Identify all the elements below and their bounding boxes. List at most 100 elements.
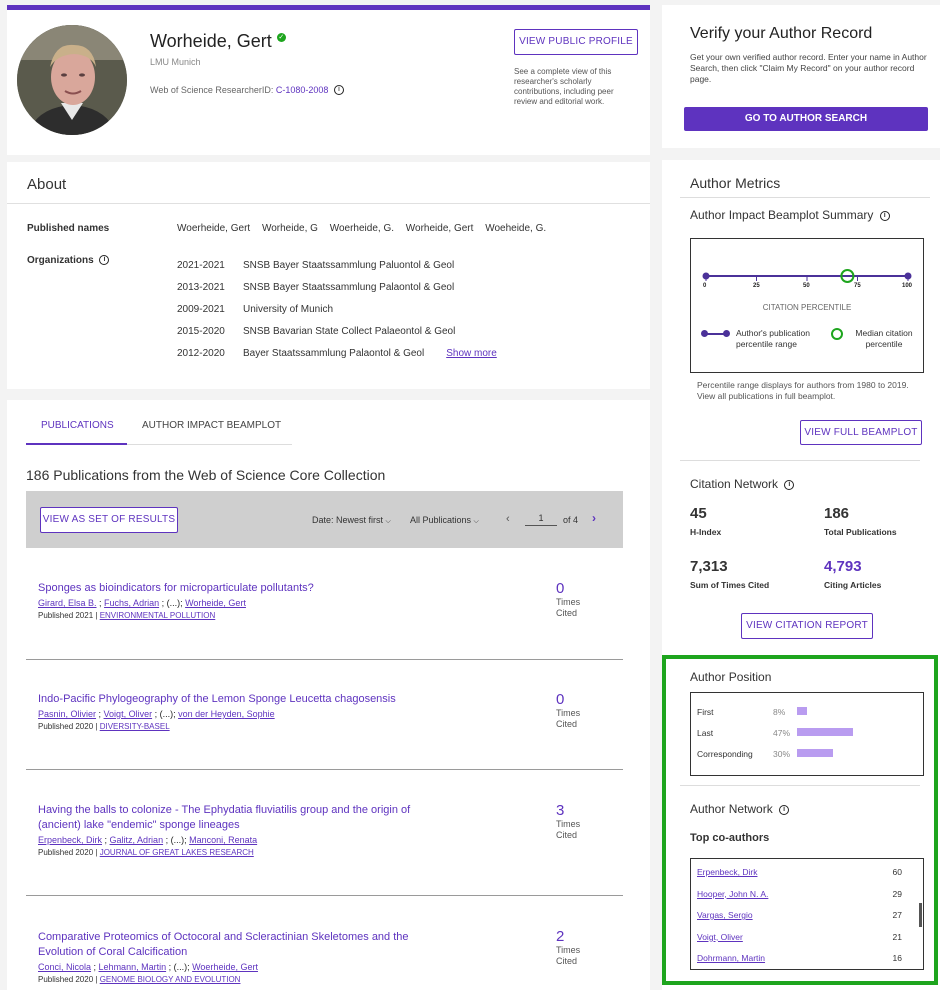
prev-page-icon[interactable]: ‹ bbox=[506, 513, 510, 525]
published-name: Worheide, Gert bbox=[405, 223, 474, 234]
journal-link[interactable]: GENOME BIOLOGY AND EVOLUTION bbox=[100, 975, 241, 984]
position-row: First 8% bbox=[697, 705, 917, 719]
view-public-profile-button[interactable]: VIEW PUBLIC PROFILE bbox=[514, 29, 638, 55]
published-year: Published 2021 bbox=[38, 611, 94, 620]
org-years: 2015-2020 bbox=[177, 326, 225, 337]
organization-row: 2013-2021 SNSB Bayer Staatssammlung Palao… bbox=[177, 277, 497, 299]
beamplot-note: Percentile range displays for authors fr… bbox=[697, 380, 909, 401]
page-input[interactable]: 1 bbox=[525, 513, 557, 526]
published-name: Worheide, G bbox=[261, 223, 318, 234]
filter-dropdown[interactable]: All Publications ⌵ bbox=[410, 515, 479, 526]
tick-label: 0 bbox=[703, 283, 707, 289]
tick-label: 25 bbox=[753, 283, 760, 289]
view-full-beamplot-button[interactable]: VIEW FULL BEAMPLOT bbox=[800, 420, 922, 445]
citation-network-title: Citation Network bbox=[690, 477, 779, 491]
author-link[interactable]: Manconi, Renata bbox=[189, 835, 257, 845]
author-link[interactable]: Conci, Nicola bbox=[38, 962, 91, 972]
times-cited: 3 Times Cited bbox=[556, 802, 596, 841]
times-cited-count[interactable]: 0 bbox=[556, 691, 596, 708]
citation-network-title-row: Citation Network i bbox=[690, 477, 795, 491]
times-cited-count[interactable]: 2 bbox=[556, 928, 596, 945]
legend-median-label: Median citation percentile bbox=[855, 328, 913, 349]
publication-item: Having the balls to colonize - The Ephyd… bbox=[38, 803, 438, 857]
tab-beamplot[interactable]: AUTHOR IMPACT BEAMPLOT bbox=[127, 413, 292, 445]
sort-dropdown[interactable]: Date: Newest first ⌵ bbox=[312, 515, 391, 526]
tab-publications-label: PUBLICATIONS bbox=[41, 420, 114, 431]
publication-title[interactable]: Indo-Pacific Phylogeography of the Lemon… bbox=[38, 692, 538, 707]
info-icon[interactable]: i bbox=[879, 211, 890, 221]
times-label: Times bbox=[556, 819, 581, 829]
coauthor-row: Voigt, Oliver 21 bbox=[697, 932, 902, 946]
org-years: 2012-2020 bbox=[177, 348, 225, 359]
view-as-set-button[interactable]: VIEW AS SET OF RESULTS bbox=[40, 507, 178, 533]
coauthor-link[interactable]: Voigt, Oliver bbox=[697, 932, 743, 942]
author-link[interactable]: Galitz, Adrian bbox=[110, 835, 164, 845]
info-icon[interactable]: i bbox=[333, 85, 344, 95]
scrollbar[interactable] bbox=[919, 903, 922, 927]
page-of: of 4 bbox=[563, 515, 579, 525]
author-link[interactable]: Girard, Elsa B. bbox=[38, 598, 97, 608]
published-name: Woeheide, G. bbox=[485, 223, 547, 234]
info-icon[interactable]: i bbox=[784, 480, 795, 490]
publication-title[interactable]: Sponges as bioindicators for micropartic… bbox=[38, 581, 538, 596]
organization-row: 2021-2021 SNSB Bayer Staatssammlung Paluo… bbox=[177, 255, 497, 277]
author-link[interactable]: von der Heyden, Sophie bbox=[178, 709, 275, 719]
coauthor-count: 29 bbox=[892, 888, 902, 899]
published-year: Published 2020 bbox=[38, 975, 94, 984]
publication-title[interactable]: Having the balls to colonize - The Ephyd… bbox=[38, 803, 438, 833]
about-card: About Published names Woerheide, Gert Wo… bbox=[7, 162, 650, 389]
profile-description: See a complete view of this researcher's… bbox=[514, 67, 614, 106]
organization-row: 2012-2020 Bayer Staatssammlung Palaontol … bbox=[177, 343, 497, 365]
journal-link[interactable]: ENVIRONMENTAL POLLUTION bbox=[100, 611, 216, 620]
citing-articles-value[interactable]: 4,793 bbox=[824, 558, 862, 575]
times-cited-count[interactable]: 3 bbox=[556, 802, 596, 819]
show-more-link[interactable]: Show more bbox=[446, 348, 497, 359]
divider bbox=[680, 785, 920, 786]
cited-label: Cited bbox=[556, 830, 578, 840]
view-citation-report-button[interactable]: VIEW CITATION REPORT bbox=[741, 613, 873, 639]
info-icon[interactable]: i bbox=[99, 255, 110, 265]
author-link[interactable]: Lehmann, Martin bbox=[99, 962, 167, 972]
org-years: 2009-2021 bbox=[177, 304, 225, 315]
info-icon[interactable]: i bbox=[779, 805, 790, 815]
go-to-author-search-button[interactable]: GO TO AUTHOR SEARCH bbox=[684, 107, 928, 131]
publication-item: Indo-Pacific Phylogeography of the Lemon… bbox=[38, 692, 538, 731]
legend-range-label: Author's publication percentile range bbox=[736, 328, 810, 349]
coauthor-count: 60 bbox=[892, 867, 902, 877]
tab-publications[interactable]: PUBLICATIONS bbox=[26, 413, 127, 445]
journal-link[interactable]: JOURNAL OF GREAT LAKES RESEARCH bbox=[100, 848, 254, 857]
org-name: University of Munich bbox=[243, 304, 334, 315]
publication-item: Sponges as bioindicators for micropartic… bbox=[38, 581, 538, 620]
coauthor-link[interactable]: Vargas, Sergio bbox=[697, 910, 753, 920]
published-names-label: Published names bbox=[27, 223, 110, 234]
times-cited-count[interactable]: 0 bbox=[556, 580, 596, 597]
author-position-box: First 8% Last 47% Corresponding 30% bbox=[690, 692, 924, 776]
position-pct: 30% bbox=[773, 749, 791, 759]
author-link[interactable]: Voigt, Oliver bbox=[104, 709, 153, 719]
author-position-title: Author Position bbox=[690, 670, 772, 684]
times-label: Times bbox=[556, 945, 581, 955]
author-name: Worheide, Gert bbox=[150, 31, 272, 51]
verify-title: Verify your Author Record bbox=[690, 25, 873, 42]
publication-source: Published 2020 | JOURNAL OF GREAT LAKES … bbox=[38, 848, 254, 857]
filter-value: All Publications bbox=[410, 515, 472, 525]
divider bbox=[680, 460, 920, 461]
author-link[interactable]: Worheide, Gert bbox=[185, 598, 246, 608]
tick-label: 100 bbox=[902, 283, 913, 289]
publication-title[interactable]: Comparative Proteomics of Octocoral and … bbox=[38, 930, 438, 960]
journal-link[interactable]: DIVERSITY-BASEL bbox=[100, 722, 170, 731]
researcher-id-link[interactable]: C-1080-2008 bbox=[276, 85, 329, 95]
next-page-icon[interactable]: › bbox=[592, 511, 596, 525]
coauthors-list[interactable]: Erpenbeck, Dirk 60 Hooper, John N. A. 29 Var… bbox=[690, 858, 924, 970]
verified-check-icon: ✓ bbox=[276, 33, 286, 42]
coauthor-link[interactable]: Hooper, John N. A. bbox=[697, 889, 768, 899]
coauthor-row: Dohrmann, Martin 16 bbox=[697, 953, 902, 967]
coauthor-link[interactable]: Dohrmann, Martin bbox=[697, 953, 765, 963]
author-link[interactable]: Fuchs, Adrian bbox=[104, 598, 159, 608]
coauthor-link[interactable]: Erpenbeck, Dirk bbox=[697, 867, 757, 877]
author-link[interactable]: Pasnin, Olivier bbox=[38, 709, 96, 719]
times-label: Times bbox=[556, 708, 581, 718]
author-link[interactable]: Woerheide, Gert bbox=[192, 962, 258, 972]
total-publications-label: Total Publications bbox=[824, 527, 897, 537]
author-link[interactable]: Erpenbeck, Dirk bbox=[38, 835, 102, 845]
